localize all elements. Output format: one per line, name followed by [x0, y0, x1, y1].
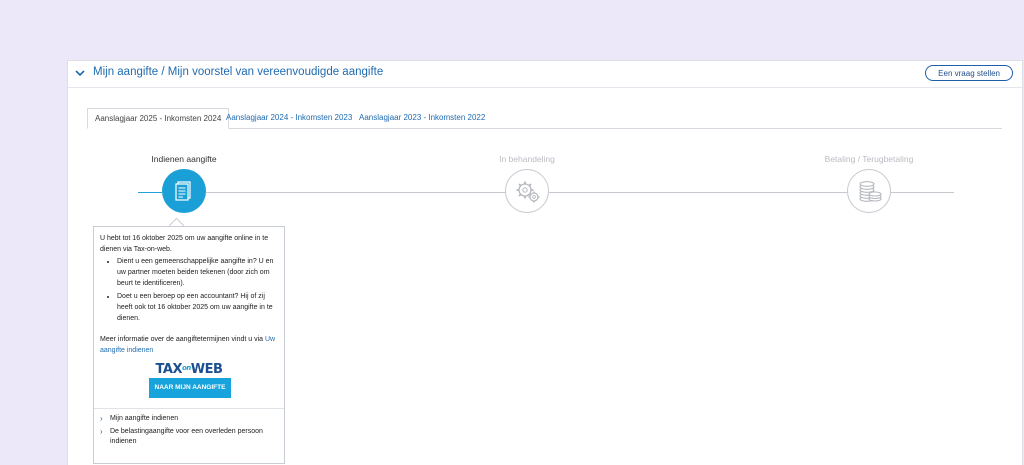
step-indienen[interactable]: [162, 169, 206, 213]
chevron-down-icon[interactable]: [74, 67, 86, 79]
step-label-indienen: Indienen aangifte: [151, 154, 217, 164]
chevron-right-icon: ›: [100, 427, 103, 436]
progress-track-1: [206, 192, 505, 193]
tab-aanslagjaar-2023[interactable]: Aanslagjaar 2023 - Inkomsten 2022: [359, 108, 485, 127]
popover-intro: U hebt tot 16 oktober 2025 om uw aangift…: [100, 235, 269, 253]
progress-track-2: [549, 192, 847, 193]
page-title: Mijn aangifte / Mijn voorstel van vereen…: [93, 66, 384, 78]
info-popover: U hebt tot 16 oktober 2025 om uw aangift…: [93, 226, 285, 464]
link-mijn-aangifte-indienen[interactable]: › Mijn aangifte indienen: [100, 414, 278, 424]
gears-icon: [516, 181, 540, 203]
naar-mijn-aangifte-button[interactable]: NAAR MIJN AANGIFTE: [149, 378, 231, 398]
popover-links: › Mijn aangifte indienen › De belastinga…: [94, 408, 284, 450]
link-overleden-persoon[interactable]: › De belastingaangifte voor een overlede…: [100, 427, 278, 447]
main-panel: Mijn aangifte / Mijn voorstel van vereen…: [67, 60, 1023, 465]
chevron-right-icon: ›: [100, 414, 103, 423]
tax-on-web-logo: TAXonWEB: [155, 362, 223, 377]
popover-body: U hebt tot 16 oktober 2025 om uw aangift…: [94, 227, 284, 356]
ask-question-button[interactable]: Een vraag stellen: [925, 65, 1013, 81]
popover-bullets: Dient u een gemeenschappelijke aangifte …: [100, 256, 278, 324]
step-label-behandeling: In behandeling: [499, 154, 555, 164]
panel-header[interactable]: Mijn aangifte / Mijn voorstel van vereen…: [68, 61, 1022, 88]
more-info-text: Meer informatie over de aangiftetermijne…: [100, 336, 265, 343]
popover-bullet: Dient u een gemeenschappelijke aangifte …: [117, 256, 278, 289]
popover-more-info: Meer informatie over de aangiftetermijne…: [100, 334, 278, 356]
progress-track-start: [138, 192, 162, 193]
year-tabs: Aanslagjaar 2025 - Inkomsten 2024 Aansla…: [87, 108, 1002, 129]
progress-track-end: [891, 192, 954, 193]
tab-aanslagjaar-2025[interactable]: Aanslagjaar 2025 - Inkomsten 2024: [87, 108, 230, 129]
coins-icon: [859, 181, 882, 202]
step-behandeling: [505, 169, 549, 213]
document-icon: [175, 181, 191, 201]
tab-aanslagjaar-2024[interactable]: Aanslagjaar 2024 - Inkomsten 2023: [226, 108, 352, 127]
step-label-betaling: Betaling / Terugbetaling: [824, 154, 914, 164]
step-betaling: [847, 169, 891, 213]
popover-bullet: Doet u een beroep op een accountant? Hij…: [117, 291, 278, 324]
